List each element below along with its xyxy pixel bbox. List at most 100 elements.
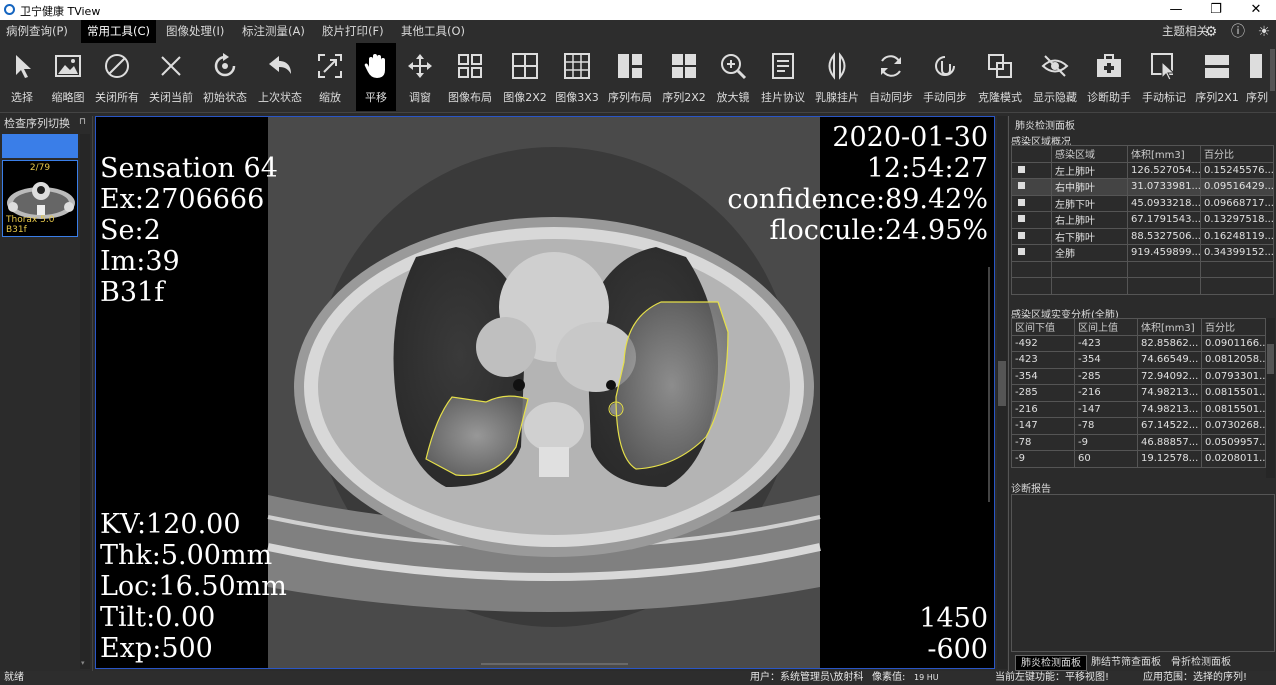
row-checkbox[interactable]	[1018, 182, 1025, 190]
table-row[interactable]: -492 -423 82.85862... 0.0901166...	[1011, 334, 1266, 352]
tab-pneumonia[interactable]: 肺炎检测面板	[1015, 655, 1087, 671]
density-scrollbar[interactable]	[1266, 318, 1275, 478]
col-volume[interactable]: 体积[mm3]	[1127, 145, 1201, 163]
table-row[interactable]: -354 -285 72.94092... 0.0793301...	[1011, 367, 1266, 385]
tool-close-current[interactable]: 关闭当前	[146, 43, 196, 111]
report-textarea[interactable]	[1011, 494, 1275, 652]
viewer-scrollbar[interactable]	[997, 116, 1007, 669]
tab-fracture[interactable]: 骨折检测面板	[1166, 655, 1236, 671]
eye-off-icon	[1041, 55, 1069, 77]
series-selector[interactable]	[2, 134, 78, 158]
overlay-top-left: Sensation 64 Ex:2706666 Se:2 Im:39 B31f	[100, 153, 278, 308]
menu-image-processing[interactable]: 图像处理(I)	[160, 20, 230, 43]
table-row[interactable]: 右上肺叶 67.1791543... 0.13297518...	[1011, 211, 1274, 229]
medkit-icon	[1097, 54, 1121, 77]
magnifier-icon	[721, 54, 747, 80]
table-row[interactable]: -216 -147 74.98213... 0.0815501...	[1011, 400, 1266, 418]
tilt-value: Tilt:0.00	[100, 602, 216, 633]
scroll-down-icon[interactable]: ▾	[81, 659, 85, 667]
toolbar-scroll-handle[interactable]	[1270, 49, 1275, 91]
mark-cursor-icon	[1151, 53, 1176, 81]
tool-close-all[interactable]: 关闭所有	[92, 43, 142, 111]
app-logo-icon	[4, 4, 15, 15]
panel-tabs: 肺炎检测面板 肺结节筛查面板 骨折检测面板	[1009, 655, 1276, 671]
tool-select[interactable]: 选择	[2, 43, 42, 111]
tool-series-2x2[interactable]: 序列2X2	[660, 43, 708, 111]
menu-annotation[interactable]: 标注测量(A)	[236, 20, 311, 43]
tab-nodule[interactable]: 肺结节筛查面板	[1086, 655, 1166, 671]
row-checkbox[interactable]	[1018, 215, 1025, 223]
tool-initial-state[interactable]: 初始状态	[200, 43, 250, 111]
table-row[interactable]: -78 -9 46.88857... 0.0509957...	[1011, 433, 1266, 451]
density-scroll-thumb[interactable]	[1267, 344, 1274, 374]
table-row[interactable]: -9 60 19.12578... 0.0208011...	[1011, 450, 1266, 468]
table-row[interactable]: -423 -354 74.66549... 0.0812058...	[1011, 351, 1266, 369]
minimize-button[interactable]: —	[1156, 0, 1196, 20]
col-density-percent[interactable]: 百分比	[1201, 318, 1266, 336]
tool-thumbnail[interactable]: 缩略图	[46, 43, 90, 111]
table-row[interactable]: 右下肺叶 88.5327506... 0.16248119...	[1011, 227, 1274, 245]
status-bar: 就绪 用户：系统管理员\放射科 像素值: 19 HU 当前左键功能：平移视图! …	[0, 671, 1276, 685]
panel-title: 肺炎检测面板	[1015, 121, 1075, 132]
info-icon[interactable]: ⓘ	[1229, 23, 1247, 41]
tool-series-more[interactable]: 序列	[1244, 43, 1270, 111]
window-width: 1450	[919, 603, 988, 634]
tool-image-layout[interactable]: 图像布局	[444, 43, 496, 111]
row-checkbox[interactable]	[1018, 248, 1025, 256]
tool-last-state[interactable]: 上次状态	[254, 43, 306, 111]
col-percent[interactable]: 百分比	[1200, 145, 1274, 163]
tool-image-2x2[interactable]: 图像2X2	[500, 43, 550, 111]
pin-icon[interactable]: ⊓	[79, 117, 86, 127]
brightness-icon[interactable]: ☀	[1255, 23, 1273, 41]
image-viewport[interactable]: Sensation 64 Ex:2706666 Se:2 Im:39 B31f …	[95, 116, 995, 669]
row-checkbox[interactable]	[1018, 198, 1025, 206]
ban-icon	[105, 54, 129, 78]
menu-common-tools[interactable]: 常用工具(C)	[81, 20, 157, 43]
close-window-button[interactable]: ✕	[1236, 0, 1276, 20]
col-upper[interactable]: 区间上值	[1074, 318, 1138, 336]
grid-four-icon	[458, 54, 482, 78]
table-row[interactable]: -285 -216 74.98213... 0.0815501...	[1011, 384, 1266, 402]
tool-image-3x3[interactable]: 图像3X3	[553, 43, 601, 111]
tool-clone-mode[interactable]: 克隆模式	[974, 43, 1026, 111]
table-row[interactable]: -147 -78 67.14522... 0.0730268...	[1011, 417, 1266, 435]
restore-button[interactable]: ❐	[1196, 0, 1236, 20]
rows-icon	[1205, 55, 1229, 78]
menu-bar: 病例查询(P) 常用工具(C) 图像处理(I) 标注测量(A) 胶片打印(F) …	[0, 20, 1276, 43]
tool-series-layout[interactable]: 序列布局	[604, 43, 656, 111]
tool-mammo-hanging[interactable]: 乳腺挂片	[812, 43, 862, 111]
title-bar: 卫宁健康 TView — ❐ ✕	[0, 0, 1276, 20]
table-row[interactable]: 左上肺叶 126.527054... 0.15245576...	[1011, 161, 1274, 179]
menu-case-query[interactable]: 病例查询(P)	[0, 20, 74, 43]
move-arrows-icon	[408, 54, 432, 78]
tool-zoom[interactable]: 缩放	[310, 43, 350, 111]
col-region[interactable]: 感染区域	[1051, 145, 1128, 163]
table-row[interactable]: 右中肺叶 31.0733981... 0.09516429...	[1011, 178, 1274, 196]
series-thumbnail[interactable]: 2/79 Thorax 5.0 B31f	[2, 160, 78, 237]
row-checkbox[interactable]	[1018, 165, 1025, 173]
col-density-volume[interactable]: 体积[mm3]	[1137, 318, 1202, 336]
viewer-scroll-thumb[interactable]	[998, 361, 1006, 406]
col-lower[interactable]: 区间下值	[1011, 318, 1075, 336]
tool-show-hide[interactable]: 显示隐藏	[1030, 43, 1080, 111]
tool-manual-mark[interactable]: 手动标记	[1138, 43, 1190, 111]
zoom-corners-icon	[318, 54, 342, 78]
gear-icon[interactable]: ⚙	[1202, 23, 1220, 41]
series-scrollbar[interactable]: ▾	[80, 134, 90, 669]
table-row[interactable]: 左肺下叶 45.0933218... 0.09668717...	[1011, 194, 1274, 212]
tool-magnifier[interactable]: 放大镜	[712, 43, 754, 111]
table-row[interactable]: 全肺 919.459899... 0.34399152...	[1011, 244, 1274, 262]
status-function: 当前左键功能：平移视图!	[995, 672, 1110, 683]
menu-film-print[interactable]: 胶片打印(F)	[316, 20, 390, 43]
tool-manual-sync[interactable]: 手动同步	[920, 43, 970, 111]
menu-other-tools[interactable]: 其他工具(O)	[395, 20, 471, 43]
tool-series-2x1[interactable]: 序列2X1	[1194, 43, 1240, 111]
tool-auto-sync[interactable]: 自动同步	[866, 43, 916, 111]
tool-window-level[interactable]: 调窗	[400, 43, 440, 111]
kernel: B31f	[100, 277, 165, 308]
tool-hanging-protocol[interactable]: 挂片协议	[758, 43, 808, 111]
tool-pan[interactable]: 平移	[356, 43, 396, 111]
row-checkbox[interactable]	[1018, 231, 1025, 239]
tool-diagnosis-assistant[interactable]: 诊断助手	[1084, 43, 1134, 111]
floccule-value: floccule:24.95%	[769, 215, 988, 246]
